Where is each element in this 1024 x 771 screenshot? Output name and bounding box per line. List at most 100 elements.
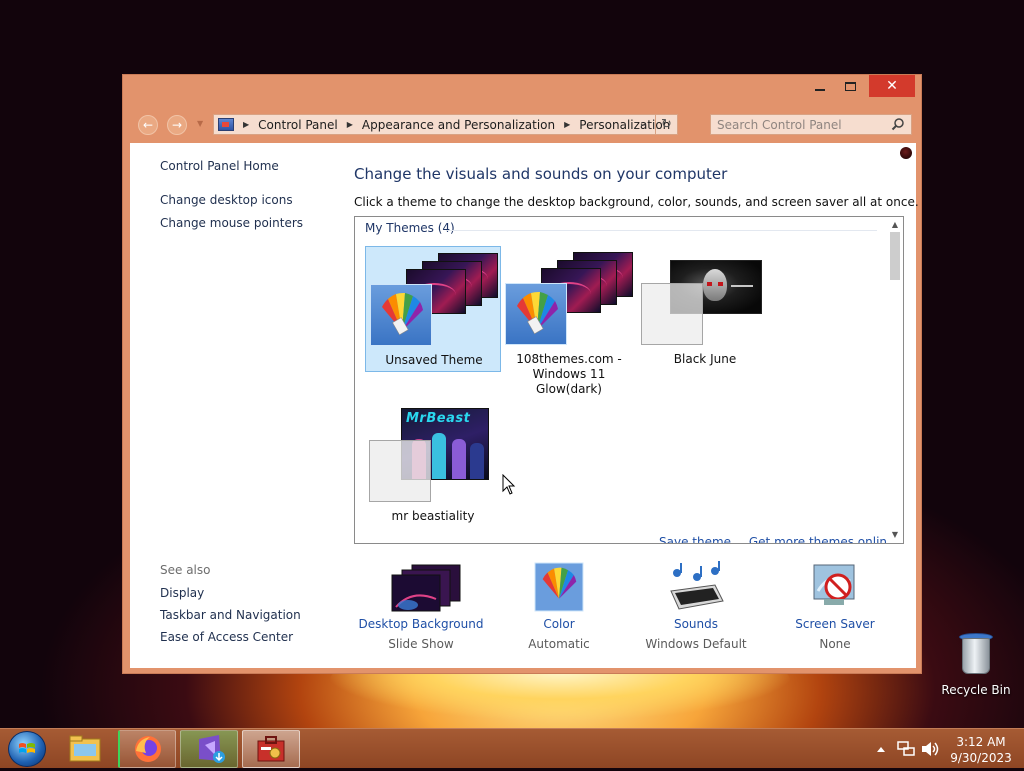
search-placeholder: Search Control Panel [717,117,842,132]
color-setting[interactable]: Color Automatic [484,561,634,651]
save-theme-link[interactable]: Save theme [659,535,731,543]
desktop-background-setting[interactable]: Desktop Background Slide Show [346,561,496,651]
wallpaper-figure [452,439,466,479]
recent-pages-dropdown[interactable]: ▼ [197,119,203,128]
address-dropdown-icon[interactable]: ⌄ [639,118,647,129]
wallpaper-figure [470,443,484,479]
sounds-icon [670,561,724,610]
forward-button[interactable]: → [167,115,187,135]
my-themes-group-header[interactable]: My Themes (4) [365,221,455,235]
theme-unsaved[interactable]: Unsaved Theme [365,246,501,372]
minimize-icon [815,89,825,91]
color-fan-icon [382,292,423,335]
see-also-header: See also [160,563,211,577]
address-bar[interactable]: ▶ Control Panel ▶ Appearance and Persona… [213,114,678,135]
search-input[interactable]: Search Control Panel [710,114,912,135]
scroll-down-icon[interactable]: ▼ [889,529,901,541]
theme-108themes-windows11-glow[interactable]: 108themes.com - Windows 11 Glow(dark) [501,246,637,396]
ease-of-access-link[interactable]: Ease of Access Center [160,630,301,644]
theme-mr-beastiality[interactable]: MrBeast mr beastiality [365,402,501,528]
system-clock[interactable]: 3:12 AM 9/30/2023 [950,734,1012,766]
screen-saver-value: None [819,637,851,651]
sounds-title[interactable]: Sounds [621,617,771,631]
breadcrumb-separator-icon[interactable]: ▶ [347,120,353,129]
volume-icon[interactable] [920,740,940,758]
color-title[interactable]: Color [484,617,634,631]
wallpaper-text-mark [731,285,753,287]
search-icon[interactable] [891,117,905,131]
file-explorer-icon [69,735,101,762]
close-icon: ✕ [886,78,898,94]
theme-actions: Save theme Get more themes online [659,535,903,543]
alien-eye [707,282,712,286]
desktop-background-icon [391,564,461,612]
taskbar-navigation-link[interactable]: Taskbar and Navigation [160,608,301,622]
screen-saver-icon [813,564,855,605]
screen-saver-title[interactable]: Screen Saver [760,617,910,631]
close-button[interactable]: ✕ [869,75,915,97]
page-description: Click a theme to change the desktop back… [354,195,919,209]
start-button[interactable] [8,731,46,767]
color-value: Automatic [528,637,590,651]
mouse-cursor-icon [502,474,516,495]
color-swatch-tile [505,283,567,345]
alien-figure [703,269,727,301]
wallpaper-logo-text: MrBeast [406,411,471,426]
forward-arrow-icon: → [171,118,183,132]
network-icon[interactable] [896,740,916,758]
task-pane: Control Panel Home Change desktop icons … [160,159,340,239]
taskbar-firefox[interactable] [118,730,176,768]
maximize-icon [844,81,856,91]
sounds-setting[interactable]: Sounds Windows Default [621,561,771,651]
control-panel-icon [218,118,234,131]
recycle-bin-icon-body [962,638,990,674]
user-account-icon[interactable] [900,147,912,159]
screen-saver-setting[interactable]: Screen Saver None [760,561,910,651]
maximize-button[interactable] [837,75,863,97]
breadcrumb-separator-icon[interactable]: ▶ [564,120,570,129]
get-more-themes-link[interactable]: Get more themes online [749,535,895,543]
control-panel-icon [257,736,285,762]
back-button[interactable]: ← [138,115,158,135]
desktop-background-value: Slide Show [388,637,454,651]
change-desktop-icons-link[interactable]: Change desktop icons [160,193,340,207]
change-mouse-pointers-link[interactable]: Change mouse pointers [160,216,340,230]
desktop-background-title[interactable]: Desktop Background [346,617,496,631]
recycle-bin-label: Recycle Bin [941,683,1011,697]
display-link[interactable]: Display [160,586,301,600]
theme-name: Black June [673,352,737,366]
wallpaper-figure [432,433,446,479]
taskbar: 3:12 AM 9/30/2023 [0,728,1024,768]
page-title: Change the visuals and sounds on your co… [354,165,728,183]
clock-date: 9/30/2023 [950,751,1012,765]
theme-name: mr beastiality [391,509,475,523]
scroll-thumb[interactable] [890,232,900,280]
theme-name: 108themes.com - Windows 11 Glow(dark) [516,352,622,396]
taskbar-file-explorer[interactable] [56,730,114,768]
theme-black-june[interactable]: Black June [637,246,773,372]
refresh-icon: ↻ [661,117,672,132]
taskbar-visual-studio-installer[interactable] [180,730,238,768]
sounds-value: Windows Default [645,637,747,651]
breadcrumb-separator-icon[interactable]: ▶ [243,120,249,129]
firefox-icon [135,736,161,762]
see-also-section: See also Display Taskbar and Navigation … [160,563,301,652]
show-hidden-icons-icon[interactable] [875,744,887,754]
color-icon [534,562,584,612]
group-divider [447,230,877,231]
minimize-button[interactable] [807,75,833,97]
breadcrumb-control-panel[interactable]: Control Panel [258,118,338,132]
breadcrumb-appearance[interactable]: Appearance and Personalization [362,118,555,132]
visual-studio-installer-icon [199,735,225,763]
color-swatch-tile [369,440,431,502]
navigation-bar: ← → ▼ ▶ Control Panel ▶ Appearance and P… [123,111,921,139]
color-swatch-tile [641,283,703,345]
back-arrow-icon: ← [142,118,154,132]
control-panel-home-link[interactable]: Control Panel Home [160,159,340,173]
refresh-button[interactable]: ↻ [655,115,677,134]
scroll-up-icon[interactable]: ▲ [889,219,901,231]
taskbar-control-panel[interactable] [242,730,300,768]
content-area: Control Panel Home Change desktop icons … [130,143,919,668]
alien-eye [718,282,723,286]
vertical-scrollbar[interactable]: ▲ ▼ [887,217,903,543]
